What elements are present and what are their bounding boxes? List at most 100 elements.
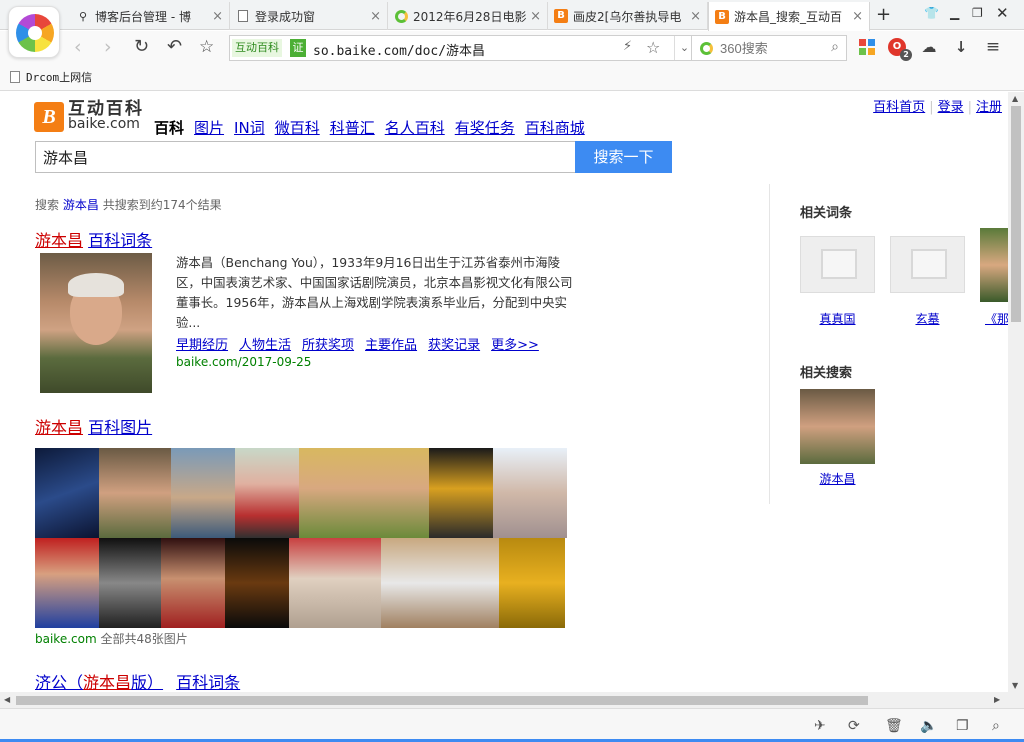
gallery-image[interactable] [35, 448, 99, 538]
gallery-image[interactable] [225, 538, 289, 628]
bookmark-star-icon[interactable]: ☆ [646, 38, 660, 57]
restore-icon[interactable]: ❐ [972, 6, 983, 20]
back-icon[interactable]: ‹ [74, 36, 82, 58]
nav-in-words[interactable]: IN词 [234, 119, 265, 137]
chevron-down-icon[interactable]: ⌄ [674, 36, 694, 60]
link-awards[interactable]: 所获奖项 [302, 338, 354, 353]
tab-youbenchang[interactable]: B 游本昌_搜索_互动百 × [708, 2, 870, 31]
opera-icon[interactable]: O2 [888, 38, 912, 61]
related-term-thumb[interactable] [800, 236, 875, 293]
gallery-image[interactable] [99, 538, 161, 628]
link-baike-home[interactable]: 百科首页 [873, 100, 925, 115]
link-early-life[interactable]: 早期经历 [176, 338, 228, 353]
related-search-link[interactable]: 游本昌 [800, 470, 875, 487]
link-works[interactable]: 主要作品 [365, 338, 417, 353]
result-title-images[interactable]: 游本昌 百科图片 [35, 414, 152, 438]
close-window-icon[interactable]: ✕ [996, 4, 1009, 22]
reload-icon[interactable]: ↻ [134, 36, 149, 58]
search-icon[interactable]: ⌕ [831, 39, 839, 55]
address-bar[interactable]: 互动百科 证 so.baike.com/doc/游本昌 ⚡ ☆ ⌄ [229, 35, 692, 61]
gallery-image[interactable] [429, 448, 493, 538]
shirt-icon[interactable]: 👕 [924, 6, 939, 20]
tab-login-success[interactable]: 登录成功窗 × [230, 2, 388, 30]
undo-icon[interactable]: ↶ [167, 36, 182, 58]
related-term-thumb[interactable] [980, 228, 1008, 302]
related-search-thumb[interactable] [800, 389, 875, 464]
tab-blog-admin[interactable]: ⚲ 博客后台管理 - 博 × [70, 2, 230, 30]
result-title-entry[interactable]: 游本昌 百科词条 [35, 227, 152, 251]
speedup-icon[interactable]: ⟳ [848, 718, 860, 734]
title-highlight[interactable]: 游本昌 [83, 673, 131, 692]
link-more[interactable]: 更多>> [491, 338, 539, 353]
result-info-keyword[interactable]: 游本昌 [63, 198, 99, 212]
nav-mall[interactable]: 百科商城 [525, 119, 585, 137]
zoom-icon[interactable]: ⌕ [992, 718, 1000, 734]
scroll-thumb[interactable] [1011, 106, 1021, 322]
nav-celebrity[interactable]: 名人百科 [385, 119, 445, 137]
search-button[interactable]: 搜索一下 [575, 141, 672, 173]
close-icon[interactable]: × [852, 9, 863, 24]
gallery-image[interactable] [381, 538, 499, 628]
nav-tasks[interactable]: 有奖任务 [455, 119, 515, 137]
gallery-image[interactable] [161, 538, 225, 628]
scroll-left-icon[interactable]: ◀ [4, 695, 10, 704]
nav-science[interactable]: 科普汇 [330, 119, 375, 137]
title-highlight[interactable]: 游本昌 [35, 231, 83, 250]
new-tab-button[interactable]: + [876, 4, 891, 25]
scroll-right-icon[interactable]: ▶ [994, 695, 1000, 704]
window-icon[interactable]: ❐ [956, 718, 969, 734]
tab-movie[interactable]: 2012年6月28日电影 × [388, 2, 548, 30]
link-login[interactable]: 登录 [938, 100, 964, 115]
cert-icon[interactable]: 证 [290, 39, 306, 57]
title-link[interactable]: 百科图片 [88, 418, 152, 437]
browser-search-input[interactable] [720, 38, 820, 58]
star-icon[interactable]: ☆ [199, 36, 214, 58]
scroll-down-icon[interactable]: ▼ [1012, 681, 1018, 690]
result-title-jigong[interactable]: 济公（游本昌版） 百科词条 [35, 669, 240, 692]
bookmark-item[interactable]: Drcom上网信 [10, 69, 92, 85]
related-term-link[interactable]: 真真国 [800, 310, 875, 327]
tab-painted-skin[interactable]: B 画皮2[乌尔善执导电 × [548, 2, 708, 30]
apps-icon[interactable] [858, 38, 876, 56]
gallery-image[interactable] [171, 448, 235, 538]
nav-micro-baike[interactable]: 微百科 [275, 119, 320, 137]
gallery-image[interactable] [493, 448, 567, 538]
gallery-image[interactable] [235, 448, 299, 538]
download-icon[interactable]: ↓ [952, 38, 970, 56]
link-register[interactable]: 注册 [976, 100, 1002, 115]
close-icon[interactable]: × [370, 9, 381, 24]
pin-icon[interactable]: ✈ [814, 718, 826, 734]
link-personal-life[interactable]: 人物生活 [239, 338, 291, 353]
menu-icon[interactable]: ≡ [984, 38, 1002, 56]
link-award-records[interactable]: 获奖记录 [428, 338, 480, 353]
forward-icon[interactable]: › [104, 36, 112, 58]
horizontal-scrollbar[interactable]: ◀ ▶ [0, 692, 1008, 708]
close-icon[interactable]: × [212, 9, 223, 24]
url-text[interactable]: so.baike.com/doc/游本昌 [313, 40, 485, 59]
vertical-scrollbar[interactable]: ▲ ▼ [1008, 92, 1024, 692]
portrait-thumbnail[interactable] [40, 253, 152, 393]
scroll-up-icon[interactable]: ▲ [1012, 94, 1018, 103]
minimize-icon[interactable]: ▁ [950, 6, 959, 20]
title-link-part[interactable]: 济公（ [35, 673, 83, 692]
lightning-icon[interactable]: ⚡ [623, 39, 632, 54]
close-icon[interactable]: × [690, 9, 701, 24]
title-link[interactable]: 百科词条 [176, 673, 240, 692]
cloud-icon[interactable]: ☁ [920, 38, 938, 56]
gallery-image[interactable] [289, 538, 381, 628]
title-highlight[interactable]: 游本昌 [35, 418, 83, 437]
nav-images[interactable]: 图片 [194, 119, 224, 137]
title-link-part[interactable]: 版） [131, 673, 163, 692]
gallery-image[interactable] [299, 448, 429, 538]
site-logo[interactable]: B 互动百科 baike.com [34, 101, 144, 132]
related-term-link[interactable]: 《那 [985, 310, 1008, 327]
related-term-link[interactable]: 玄墓 [890, 310, 965, 327]
scroll-thumb[interactable] [16, 696, 868, 705]
title-link[interactable]: 百科词条 [88, 231, 152, 250]
main-search-input[interactable] [36, 142, 576, 172]
volume-icon[interactable]: 🔈 [920, 718, 937, 734]
gallery-image[interactable] [499, 538, 565, 628]
gallery-image[interactable] [99, 448, 171, 538]
browser-logo[interactable] [8, 6, 60, 58]
gallery-image[interactable] [35, 538, 99, 628]
